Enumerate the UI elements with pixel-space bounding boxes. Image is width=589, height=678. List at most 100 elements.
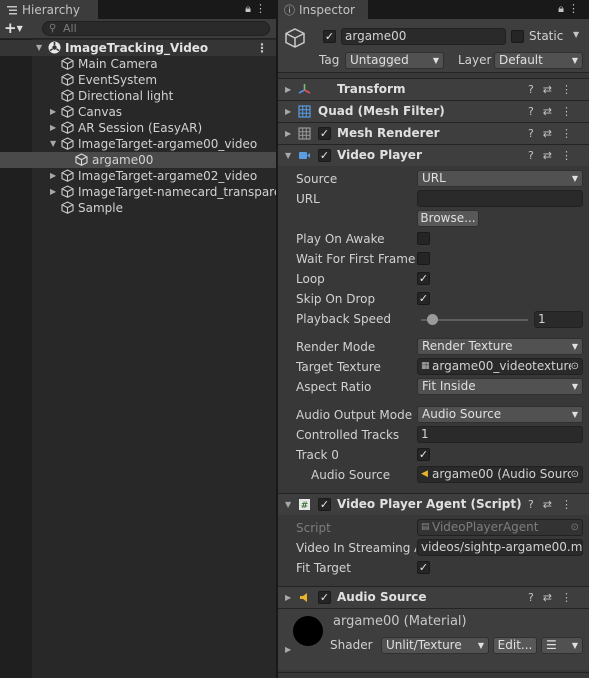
list-item[interactable]: EventSystem	[0, 72, 276, 88]
component-enabled-checkbox[interactable]: ✓	[318, 591, 331, 604]
component-video-player[interactable]: ▼ ✓ Video Player ?⇄⋮	[278, 144, 589, 166]
expand-arrow-icon[interactable]: ▼	[36, 40, 42, 56]
expand-arrow-icon[interactable]: ▶	[50, 168, 56, 184]
help-icon[interactable]: ?	[528, 83, 543, 96]
component-enabled-checkbox[interactable]: ✓	[318, 498, 331, 511]
expand-arrow-icon[interactable]: ▶	[285, 645, 291, 654]
aspect-ratio-dropdown[interactable]: Fit Inside ▼	[417, 378, 583, 395]
fit-target-checkbox[interactable]: ✓	[417, 561, 430, 574]
layer-dropdown[interactable]: Default ▼	[494, 52, 583, 69]
audio-source-field[interactable]: ◀ argame00 (Audio Sourc ⊙	[417, 466, 583, 483]
component-audio-source[interactable]: ▶ ✓ Audio Source ?⇄⋮	[278, 586, 589, 608]
streaming-assets-field[interactable]: videos/sightp-argame00.mp4	[417, 539, 583, 556]
url-field[interactable]	[417, 190, 583, 207]
expand-arrow-icon[interactable]: ▶	[285, 123, 291, 144]
component-enabled-checkbox[interactable]: ✓	[318, 149, 331, 162]
skip-on-drop-checkbox[interactable]: ✓	[417, 292, 430, 305]
list-item[interactable]: Main Camera	[0, 56, 276, 72]
panel-splitter[interactable]	[276, 0, 278, 678]
presets-icon[interactable]: ⇄	[543, 498, 561, 511]
kebab-menu-icon[interactable]: ⋮	[561, 105, 581, 118]
object-name-field[interactable]: argame00	[341, 28, 506, 45]
list-item[interactable]: Directional light	[0, 88, 276, 104]
static-dropdown-icon[interactable]: ▼	[573, 30, 579, 39]
component-transform[interactable]: ▶ Transform ?⇄⋮	[278, 78, 589, 100]
shader-dropdown[interactable]: Unlit/Texture ▼	[381, 637, 489, 654]
video-player-icon	[299, 152, 310, 159]
source-dropdown[interactable]: URL ▼	[417, 170, 583, 187]
help-icon[interactable]: ?	[528, 591, 543, 604]
edit-shader-button[interactable]: Edit...	[493, 637, 537, 654]
list-item[interactable]: ▶ Canvas	[0, 104, 276, 120]
presets-icon[interactable]: ⇄	[543, 83, 561, 96]
item-label: ImageTarget-namecard_transparen	[78, 185, 289, 199]
render-mode-dropdown[interactable]: Render Texture ▼	[417, 338, 583, 355]
help-icon[interactable]: ?	[528, 127, 543, 140]
object-picker-icon[interactable]: ⊙	[570, 467, 579, 482]
loop-checkbox[interactable]: ✓	[417, 272, 430, 285]
expand-arrow-icon[interactable]: ▶	[50, 120, 56, 136]
component-enabled-checkbox[interactable]: ✓	[318, 127, 331, 140]
controlled-tracks-field[interactable]: 1	[417, 426, 583, 443]
list-item[interactable]: ▼ ImageTarget-argame00_video	[0, 136, 276, 152]
help-icon[interactable]: ?	[528, 149, 543, 162]
expand-arrow-icon[interactable]: ▶	[50, 184, 56, 200]
object-picker-icon[interactable]: ⊙	[570, 359, 579, 374]
static-label: Static	[529, 29, 564, 43]
kebab-menu-icon[interactable]: ⋮	[561, 591, 581, 604]
presets-icon[interactable]: ⇄	[543, 591, 561, 604]
render-mode-value: Render Texture	[422, 339, 513, 353]
lock-icon[interactable]: 🔒︎	[558, 2, 568, 15]
kebab-menu-icon[interactable]: ⋮	[255, 2, 270, 15]
play-on-awake-checkbox[interactable]	[417, 232, 430, 245]
presets-icon[interactable]: ⇄	[543, 127, 561, 140]
playback-speed-field[interactable]: 1	[534, 311, 583, 328]
static-checkbox[interactable]	[511, 30, 524, 43]
component-mesh-renderer[interactable]: ▶ ✓ Mesh Renderer ?⇄⋮	[278, 122, 589, 144]
shader-options-dropdown[interactable]: ☰ ▼	[541, 637, 583, 654]
target-texture-field[interactable]: ▦ argame00_videotexture ⊙	[417, 358, 583, 375]
expand-arrow-icon[interactable]: ▶	[50, 104, 56, 120]
scene-menu-icon[interactable]: ⋮	[256, 40, 268, 56]
play-on-awake-label: Play On Awake	[296, 232, 385, 246]
presets-icon[interactable]: ⇄	[543, 149, 561, 162]
expand-arrow-icon[interactable]: ▶	[285, 79, 291, 100]
scene-row[interactable]: ▼ ImageTracking_Video ⋮	[0, 40, 276, 56]
audio-output-dropdown[interactable]: Audio Source ▼	[417, 406, 583, 423]
kebab-menu-icon[interactable]: ⋮	[561, 498, 581, 511]
url-label: URL	[296, 192, 320, 206]
tab-inspector[interactable]: ⓘ Inspector	[278, 0, 368, 19]
active-checkbox[interactable]: ✓	[323, 30, 336, 43]
search-input[interactable]: ⚲ All	[42, 21, 270, 36]
kebab-menu-icon[interactable]: ⋮	[561, 83, 581, 96]
list-item[interactable]: ▶ ImageTarget-namecard_transparen	[0, 184, 289, 200]
expand-arrow-icon[interactable]: ▶	[285, 101, 291, 122]
collapse-arrow-icon[interactable]: ▼	[285, 494, 291, 515]
item-label: ImageTarget-argame00_video	[78, 137, 258, 151]
add-object-button[interactable]: +▼	[4, 21, 23, 36]
list-item[interactable]: ▶ AR Session (EasyAR)	[0, 120, 276, 136]
help-icon[interactable]: ?	[528, 105, 543, 118]
collapse-arrow-icon[interactable]: ▼	[50, 136, 56, 152]
list-item[interactable]: Sample	[0, 200, 276, 216]
kebab-menu-icon[interactable]: ⋮	[568, 2, 583, 15]
list-item[interactable]: ▶ ImageTarget-argame02_video	[0, 168, 276, 184]
wait-first-frame-checkbox[interactable]	[417, 252, 430, 265]
component-video-player-agent[interactable]: ▼ # ✓ Video Player Agent (Script) ?⇄⋮	[278, 493, 589, 515]
material-section: argame00 (Material) ▶ Shader Unlit/Textu…	[278, 608, 589, 670]
kebab-menu-icon[interactable]: ⋮	[561, 127, 581, 140]
tag-dropdown[interactable]: Untagged ▼	[345, 52, 444, 69]
skip-on-drop-label: Skip On Drop	[296, 292, 376, 306]
collapse-arrow-icon[interactable]: ▼	[285, 145, 291, 166]
component-mesh-filter[interactable]: ▶ Quad (Mesh Filter) ?⇄⋮	[278, 100, 589, 122]
presets-icon[interactable]: ⇄	[543, 105, 561, 118]
lock-icon[interactable]: 🔒︎	[245, 2, 255, 15]
tab-hierarchy[interactable]: Hierarchy	[0, 0, 98, 19]
track0-checkbox[interactable]: ✓	[417, 448, 430, 461]
browse-button[interactable]: Browse...	[417, 210, 479, 227]
help-icon[interactable]: ?	[528, 498, 543, 511]
playback-speed-slider-thumb[interactable]	[426, 314, 438, 325]
expand-arrow-icon[interactable]: ▶	[285, 587, 291, 608]
list-item-selected[interactable]: argame00	[0, 152, 276, 168]
kebab-menu-icon[interactable]: ⋮	[561, 149, 581, 162]
